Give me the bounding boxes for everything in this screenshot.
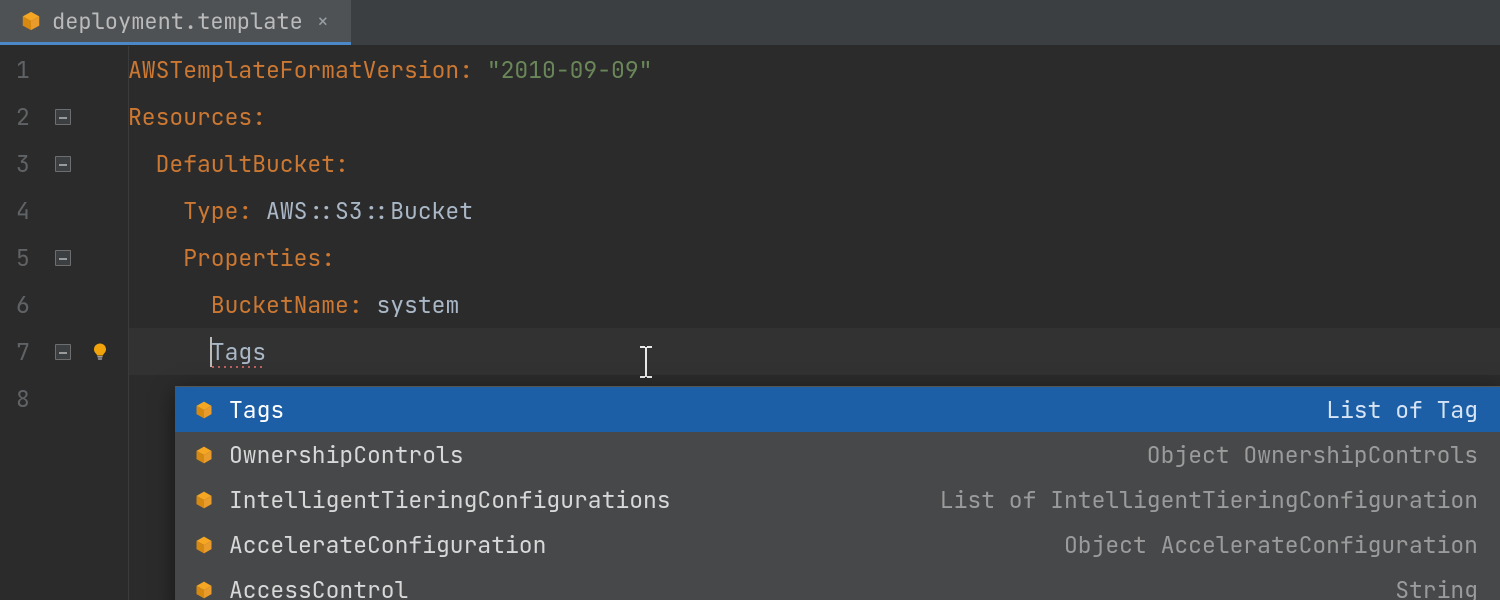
- line-number: 2: [2, 102, 48, 132]
- yaml-value: system: [376, 290, 459, 320]
- yaml-string: "2010-09-09": [487, 55, 653, 85]
- colon: :: [238, 196, 266, 226]
- autocomplete-item[interactable]: OwnershipControls Object OwnershipContro…: [175, 432, 1500, 477]
- autocomplete-item[interactable]: AccessControl String: [175, 567, 1500, 600]
- autocomplete-type: Object OwnershipControls: [1147, 440, 1478, 470]
- autocomplete-item[interactable]: Tags List of Tag: [175, 387, 1500, 432]
- close-icon[interactable]: ×: [313, 8, 333, 34]
- property-cube-icon: [189, 580, 219, 600]
- autocomplete-label: Tags: [229, 395, 284, 425]
- editor-tab-active[interactable]: deployment.template ×: [0, 0, 351, 45]
- autocomplete-item[interactable]: AccelerateConfiguration Object Accelerat…: [175, 522, 1500, 567]
- typed-token: Tags: [211, 337, 266, 367]
- code-line[interactable]: Properties:: [128, 234, 1500, 281]
- fold-toggle-icon[interactable]: [55, 156, 71, 172]
- colon: :: [459, 55, 487, 85]
- autocomplete-popup[interactable]: Tags List of Tag OwnershipControls Objec…: [175, 386, 1500, 600]
- fold-toggle-icon[interactable]: [55, 250, 71, 266]
- fold-toggle-icon[interactable]: [55, 109, 71, 125]
- aws-cube-icon: [20, 10, 42, 32]
- yaml-key: DefaultBucket: [156, 149, 335, 179]
- fold-toggle-icon[interactable]: [55, 344, 71, 360]
- editor-tab-bar: deployment.template ×: [0, 0, 1500, 46]
- autocomplete-type: String: [1395, 575, 1478, 600]
- property-cube-icon: [189, 490, 219, 510]
- code-line-active[interactable]: Tags: [128, 328, 1500, 375]
- code-line[interactable]: BucketName: system: [128, 281, 1500, 328]
- property-cube-icon: [189, 445, 219, 465]
- code-line[interactable]: Resources:: [128, 93, 1500, 140]
- tab-filename: deployment.template: [52, 7, 303, 36]
- autocomplete-label: AccessControl: [229, 575, 408, 600]
- autocomplete-type: List of IntelligentTieringConfiguration: [940, 485, 1478, 515]
- code-editor[interactable]: 1 2 3 4 5 6 7 8 AWSTemplateFormatVersion…: [0, 46, 1500, 600]
- code-line[interactable]: AWSTemplateFormatVersion: "2010-09-09": [128, 46, 1500, 93]
- property-cube-icon: [189, 400, 219, 420]
- intention-bulb-icon[interactable]: [90, 342, 110, 362]
- autocomplete-type: List of Tag: [1326, 395, 1478, 425]
- line-number: 8: [2, 384, 48, 414]
- autocomplete-label: IntelligentTieringConfigurations: [229, 485, 671, 515]
- autocomplete-label: OwnershipControls: [229, 440, 464, 470]
- yaml-key: AWSTemplateFormatVersion: [128, 55, 459, 85]
- autocomplete-type: Object AccelerateConfiguration: [1064, 530, 1478, 560]
- code-line[interactable]: Type: AWS::S3::Bucket: [128, 187, 1500, 234]
- yaml-key: Type: [183, 196, 238, 226]
- autocomplete-label: AccelerateConfiguration: [229, 530, 546, 560]
- line-number: 5: [2, 243, 48, 273]
- yaml-key: Properties: [183, 243, 321, 273]
- property-cube-icon: [189, 535, 219, 555]
- line-number: 1: [2, 55, 48, 85]
- line-number: 7: [2, 337, 48, 367]
- yaml-key: Resources: [128, 102, 252, 132]
- yaml-key: BucketName: [211, 290, 349, 320]
- line-number: 4: [2, 196, 48, 226]
- line-number: 3: [2, 149, 48, 179]
- yaml-value: AWS::S3::Bucket: [266, 196, 473, 226]
- editor-gutter: 1 2 3 4 5 6 7 8: [0, 46, 128, 600]
- colon: :: [349, 290, 377, 320]
- code-line[interactable]: DefaultBucket:: [128, 140, 1500, 187]
- line-number: 6: [2, 290, 48, 320]
- autocomplete-item[interactable]: IntelligentTieringConfigurations List of…: [175, 477, 1500, 522]
